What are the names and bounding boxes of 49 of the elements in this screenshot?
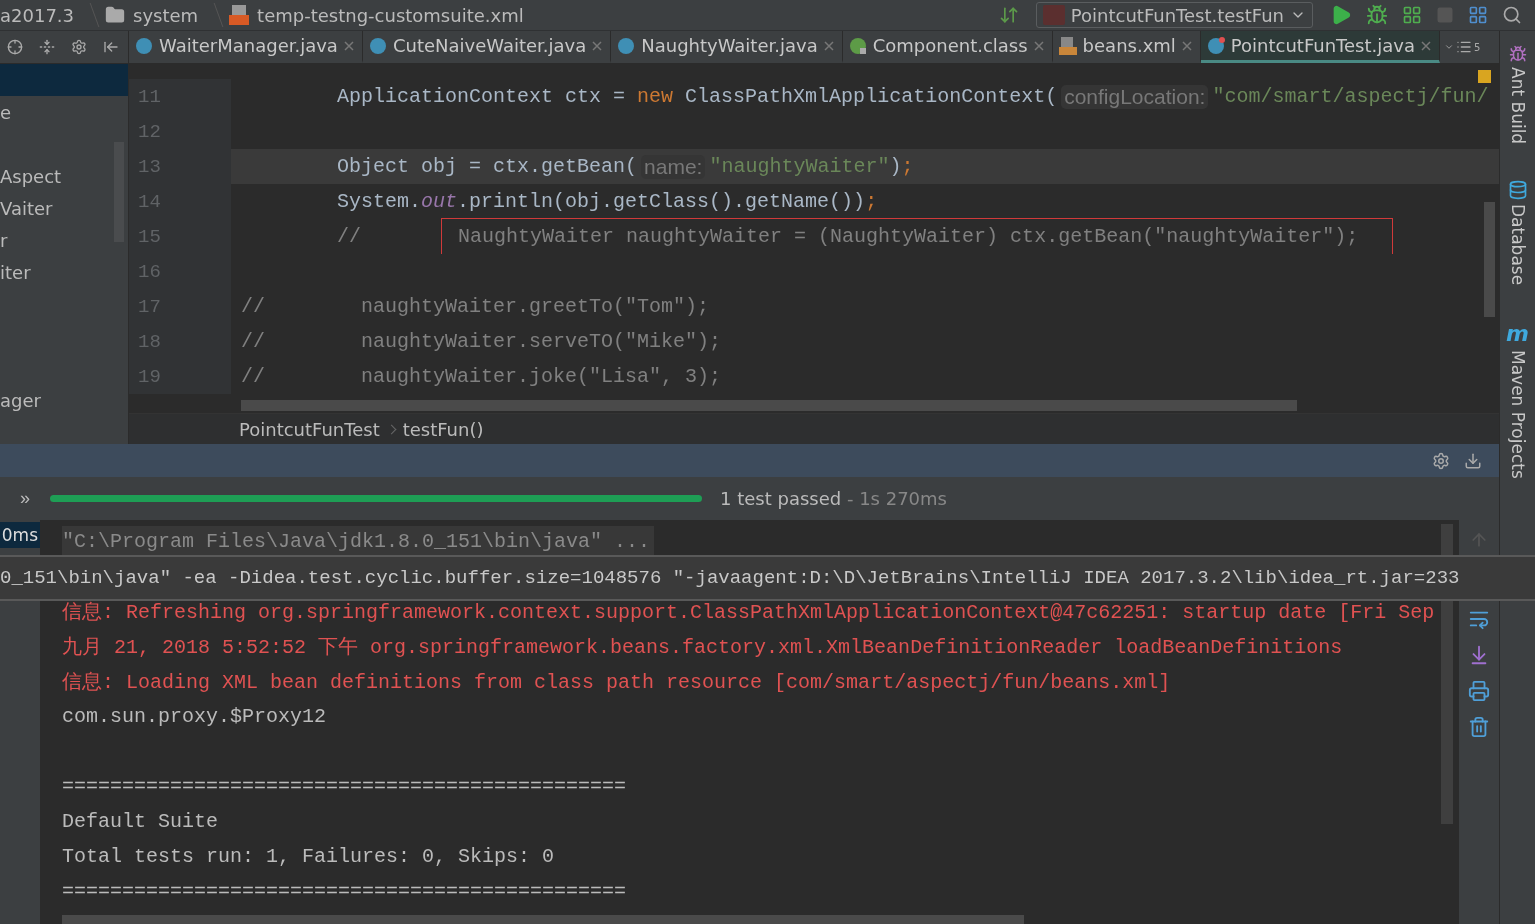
code-token: ClassPathXmlApplicationContext( <box>684 85 1058 108</box>
tab-count: 5 <box>1473 41 1481 53</box>
code-token: "com/smart/aspectj/fun/ <box>1212 85 1489 108</box>
tree-item[interactable]: e <box>0 101 12 123</box>
editor-tab[interactable]: PointcutFunTest.java <box>1200 31 1440 63</box>
code-token: System. <box>336 190 422 213</box>
run-config-dropdown[interactable]: PointcutFunTest.testFun <box>1035 2 1313 28</box>
console-line: =============================================== <box>62 775 627 798</box>
code-token: out <box>421 190 458 213</box>
tree-item[interactable]: iter <box>0 261 31 283</box>
console-line: com.sun.proxy.$Proxy12 <box>62 705 327 728</box>
code-token: .println(obj.getClass().getName()) <box>457 190 866 213</box>
tree-item[interactable]: ager <box>0 389 41 411</box>
console-line: Default Suite <box>62 810 219 833</box>
test-tree-item[interactable]: 0ms <box>0 522 40 548</box>
code-token: "naughtyWaiter" <box>709 155 890 178</box>
tool-window-button[interactable]: Ant Build <box>1507 45 1528 145</box>
console-line: 九月 21, 2018 5:52:52 下午 org.springframework.beans.factory.xml.XmlBeanDefinitionReader loadBeanDefinitions <box>62 635 1343 660</box>
console-line: Total tests run: 1, Failures: 0, Skips: 0 <box>62 845 555 868</box>
parameter-hint: configLocation: <box>1061 84 1209 109</box>
console-line: =============================================== <box>62 880 627 903</box>
console-line: 信息: Loading XML bean definitions from class path resource [com/smart/aspectj/fun/beans.xml] <box>62 670 1171 695</box>
code-token: new <box>637 85 674 108</box>
parameter-hint: name: <box>641 154 706 179</box>
test-duration: - 1s 270ms <box>845 488 947 509</box>
breadcrumb-item[interactable]: testFun() <box>402 418 484 440</box>
code-token: // naughtyWaiter.greetTo("Tom"); <box>241 295 710 318</box>
code-token: ; <box>901 155 914 178</box>
tool-window-button[interactable]: m Maven Projects <box>1506 321 1529 480</box>
tree-item[interactable]: Aspect <box>0 165 62 187</box>
tree-item[interactable]: Vaiter <box>0 197 53 219</box>
code-token: Object obj = ctx.getBean( <box>336 155 638 178</box>
breadcrumb-item[interactable]: a2017.3 <box>0 4 74 26</box>
test-status: 1 test passed <box>720 488 842 509</box>
breadcrumb-item[interactable]: temp-testng-customsuite.xml <box>257 4 524 26</box>
breadcrumb-item[interactable]: PointcutFunTest <box>239 418 380 440</box>
code-token: ; <box>865 190 878 213</box>
tool-window-button[interactable]: Database <box>1507 180 1528 286</box>
code-token: ) <box>889 155 902 178</box>
breadcrumb-item[interactable]: system <box>133 4 199 26</box>
expand-button[interactable]: » <box>0 487 50 510</box>
code-token: // <box>336 225 362 248</box>
command-tooltip: 0_151\bin\java" -ea -Didea.test.cyclic.buffer.size=1048576 "-javaagent:D:\D\JetBrains\IntelliJ IDEA 2017.3.2\lib\idea_rt.jar=233 <box>0 555 1535 601</box>
code-token: ApplicationContext ctx = <box>336 85 627 108</box>
tree-item[interactable]: r <box>0 229 8 251</box>
console-line: 信息: Refreshing org.springframework.context.support.ClassPathXmlApplicationContext@47c62251: startup date [Fri Sep <box>62 600 1435 625</box>
maven-icon: m <box>1506 321 1529 347</box>
code-token: // naughtyWaiter.joke("Lisa", 3); <box>241 365 722 388</box>
code-token: // naughtyWaiter.serveTO("Mike"); <box>241 330 722 353</box>
